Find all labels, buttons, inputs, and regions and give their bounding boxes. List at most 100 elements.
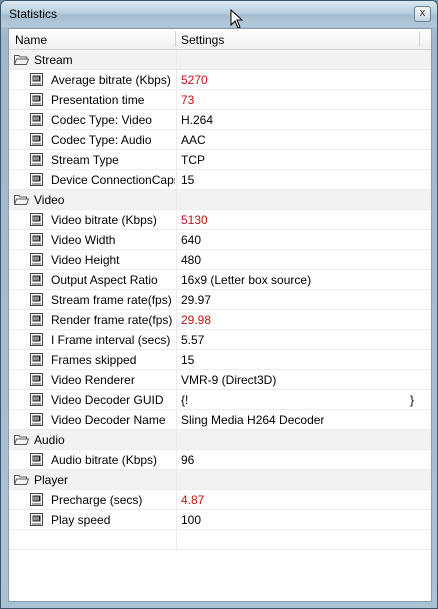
cell-divider (176, 270, 177, 289)
stat-value: 29.97 (181, 293, 212, 307)
stat-name: Frames skipped (51, 353, 137, 367)
stat-item-icon (30, 153, 43, 166)
stat-row[interactable]: Precharge (secs) 4.87 (9, 490, 431, 510)
group-row-player[interactable]: Player (9, 470, 431, 490)
cell-divider (176, 450, 177, 469)
stat-row[interactable]: I Frame interval (secs) 5.57 (9, 330, 431, 350)
stat-row[interactable]: Presentation time 73 (9, 90, 431, 110)
stat-item-icon (30, 493, 43, 506)
stat-value: VMR-9 (Direct3D) (181, 373, 277, 387)
window-title: Statistics (9, 7, 58, 21)
cell-divider (176, 490, 177, 509)
stat-value: 29.98 (181, 313, 212, 327)
stat-name: Audio bitrate (Kbps) (51, 453, 158, 467)
stat-item-icon (30, 93, 43, 106)
stat-name: Play speed (51, 513, 111, 527)
cell-divider (176, 530, 177, 549)
stat-value: 4.87 (181, 493, 205, 507)
stat-item-icon (30, 393, 43, 406)
stat-row[interactable]: Codec Type: Video H.264 (9, 110, 431, 130)
stat-value: Sling Media H264 Decoder (181, 413, 325, 427)
close-button[interactable]: x (414, 6, 431, 22)
stat-name: Precharge (secs) (51, 493, 143, 507)
stat-value-end: } (410, 393, 415, 407)
cell-divider (176, 510, 177, 529)
stat-row[interactable]: Video bitrate (Kbps) 5130 (9, 210, 431, 230)
stat-item-icon (30, 213, 43, 226)
cell-divider (176, 330, 177, 349)
cell-divider (176, 70, 177, 89)
title-bar[interactable]: Statistics x (1, 1, 437, 29)
open-folder-icon[interactable] (13, 194, 30, 205)
cell-divider (176, 170, 177, 189)
cell-divider (176, 290, 177, 309)
stat-value: 5270 (181, 73, 208, 87)
stat-row[interactable]: Video Width 640 (9, 230, 431, 250)
stat-item-icon (30, 233, 43, 246)
stat-item-icon (30, 513, 43, 526)
column-divider[interactable] (419, 31, 420, 47)
cell-divider (176, 370, 177, 389)
open-folder-icon[interactable] (13, 54, 30, 65)
stat-name: Video Decoder Name (51, 413, 166, 427)
open-folder-icon[interactable] (13, 474, 30, 485)
column-divider[interactable] (175, 31, 176, 47)
group-label: Stream (34, 53, 73, 67)
stat-row[interactable]: Output Aspect Ratio 16x9 (Letter box sour… (9, 270, 431, 290)
stat-row[interactable]: Stream Type TCP (9, 150, 431, 170)
mouse-cursor-icon (230, 9, 244, 29)
column-header-settings[interactable]: Settings (181, 33, 224, 47)
group-row-video[interactable]: Video (9, 190, 431, 210)
cell-divider (176, 190, 177, 209)
stat-row[interactable]: Render frame rate(fps) 29.98 (9, 310, 431, 330)
stat-item-icon (30, 113, 43, 126)
stat-value: AAC (181, 133, 206, 147)
group-label: Player (34, 473, 69, 487)
stat-row[interactable]: Video Decoder GUID {!} (9, 390, 431, 410)
cell-divider (176, 130, 177, 149)
cell-divider (176, 470, 177, 489)
stat-name: Codec Type: Video (51, 113, 152, 127)
stat-row[interactable]: Frames skipped 15 (9, 350, 431, 370)
cell-divider (176, 310, 177, 329)
stat-value: 15 (181, 353, 195, 367)
stat-row[interactable]: Audio bitrate (Kbps) 96 (9, 450, 431, 470)
statistics-list[interactable]: Name Settings Stream Average bitrate (Kbp… (8, 28, 432, 602)
group-label: Video (34, 193, 65, 207)
stat-item-icon (30, 353, 43, 366)
column-header-name[interactable]: Name (15, 33, 47, 47)
group-row-audio[interactable]: Audio (9, 430, 431, 450)
list-header: Name Settings (9, 29, 431, 50)
stat-name: Stream frame rate(fps) (51, 293, 172, 307)
stat-item-icon (30, 133, 43, 146)
stat-name: Output Aspect Ratio (51, 273, 158, 287)
stat-row[interactable]: Video Height 480 (9, 250, 431, 270)
stat-name: Video Width (51, 233, 116, 247)
stat-name: Video Height (51, 253, 120, 267)
stat-name: Device ConnectionCaps (51, 173, 175, 187)
open-folder-icon[interactable] (13, 434, 30, 445)
stat-row[interactable]: Play speed 100 (9, 510, 431, 530)
stat-row[interactable]: Video Renderer VMR-9 (Direct3D) (9, 370, 431, 390)
stat-row[interactable]: Video Decoder Name Sling Media H264 Decod… (9, 410, 431, 430)
stat-row[interactable]: Stream frame rate(fps) 29.97 (9, 290, 431, 310)
stat-value: 480 (181, 253, 202, 267)
stat-value: 100 (181, 513, 202, 527)
cell-divider (176, 410, 177, 429)
group-row-stream[interactable]: Stream (9, 50, 431, 70)
close-icon: x (419, 7, 426, 19)
stat-name: I Frame interval (secs) (51, 333, 171, 347)
cell-divider (176, 430, 177, 449)
stat-row[interactable]: Device ConnectionCaps 15 (9, 170, 431, 190)
stat-item-icon (30, 253, 43, 266)
cell-divider (176, 350, 177, 369)
cell-divider (176, 390, 177, 409)
cell-divider (176, 150, 177, 169)
stat-name: Video Renderer (51, 373, 135, 387)
cell-divider (176, 210, 177, 229)
empty-row (9, 530, 431, 550)
stat-item-icon (30, 333, 43, 346)
stat-value: 5.57 (181, 333, 205, 347)
stat-row[interactable]: Codec Type: Audio AAC (9, 130, 431, 150)
stat-row[interactable]: Average bitrate (Kbps) 5270 (9, 70, 431, 90)
